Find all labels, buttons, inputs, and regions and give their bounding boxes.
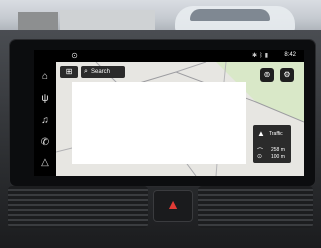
map-options-icon[interactable]: ⊚ <box>260 68 274 82</box>
hazard-triangle-icon: ▲ <box>166 196 180 212</box>
search-label: Search <box>91 69 111 75</box>
air-vent-right <box>198 186 313 228</box>
search-button[interactable]: ⌕ Search <box>81 66 125 78</box>
grid-menu-icon[interactable]: ⊞ <box>60 66 78 78</box>
radio-icon[interactable]: ψ <box>38 92 52 106</box>
parked-car-window <box>190 9 270 21</box>
signal-icon: ▮ <box>264 53 270 59</box>
music-icon[interactable]: ♫ <box>38 114 52 128</box>
traffic-warning-icon: ▲ <box>257 129 265 138</box>
traffic-panel[interactable]: ▲ Traffic ⌒ 258 m ⊙ 100 m <box>253 125 291 163</box>
status-icons: ✱ᛒ▮ <box>252 52 270 59</box>
side-rail: ⌂ ψ ♫ ✆ △ <box>34 62 56 176</box>
traffic-label: Traffic <box>269 131 283 137</box>
home-icon[interactable]: ⌂ <box>38 70 52 84</box>
search-icon: ⌕ <box>84 68 88 75</box>
air-vent-left <box>8 186 148 228</box>
hazard-button[interactable]: ▲ <box>153 190 193 222</box>
traffic-distance-1: 258 m <box>271 147 285 153</box>
settings-icon[interactable]: ⚙ <box>280 68 294 82</box>
navigation-icon[interactable]: △ <box>38 156 52 170</box>
phone-icon[interactable]: ✆ <box>38 136 52 150</box>
occluded-panel <box>72 82 246 164</box>
traffic-distance-2: 100 m <box>271 154 285 160</box>
brand-logo-icon: ⊙ <box>71 51 78 60</box>
status-bar: ⊙ ✱ᛒ▮ 8:42 <box>34 50 304 62</box>
clock: 8:42 <box>284 52 296 58</box>
zoom-icon: ⊙ <box>257 154 263 160</box>
